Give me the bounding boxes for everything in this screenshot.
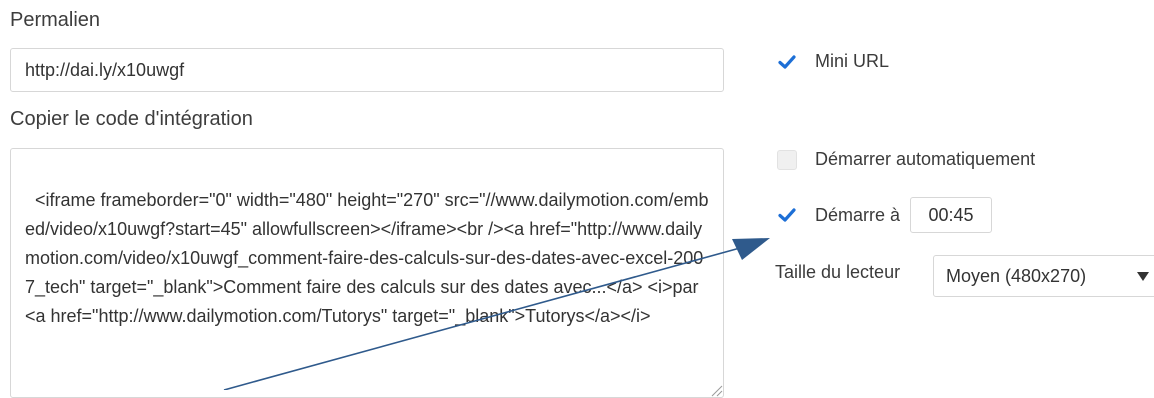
player-size-value: Moyen (480x270) xyxy=(946,265,1087,286)
permalink-input[interactable] xyxy=(10,48,724,92)
autoplay-option: Démarrer automatiquement xyxy=(777,149,1035,170)
autoplay-checkbox[interactable] xyxy=(777,149,797,170)
start-at-label: Démarre à xyxy=(815,204,901,225)
permalink-label: Permalien xyxy=(10,9,101,31)
embed-code-text: <iframe frameborder="0" width="480" heig… xyxy=(25,190,709,326)
start-at-option: Démarre à xyxy=(777,197,993,233)
chevron-down-icon xyxy=(1137,272,1149,281)
mini-url-label: Mini URL xyxy=(815,51,890,71)
player-size-select[interactable]: Moyen (480x270) xyxy=(933,255,1154,297)
checkmark-icon xyxy=(778,54,796,69)
player-size-label: Taille du lecteur xyxy=(775,262,901,282)
start-time-input[interactable] xyxy=(910,197,993,233)
embed-code-textarea[interactable]: <iframe frameborder="0" width="480" heig… xyxy=(10,148,724,398)
start-at-checkbox[interactable] xyxy=(777,205,797,225)
mini-url-checkbox[interactable] xyxy=(777,52,797,72)
resize-grip-icon[interactable] xyxy=(709,383,723,397)
checkmark-icon xyxy=(778,208,796,222)
mini-url-option: Mini URL xyxy=(777,51,889,72)
embed-code-label: Copier le code d'intégration xyxy=(10,108,253,130)
autoplay-label: Démarrer automatiquement xyxy=(815,149,1036,169)
